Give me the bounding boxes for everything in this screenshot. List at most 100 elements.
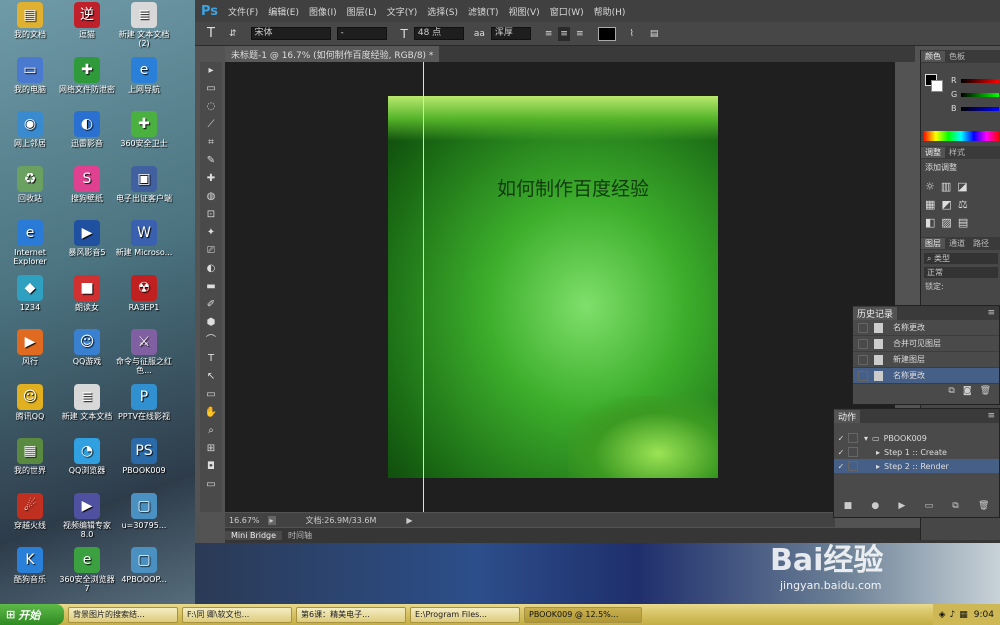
anti-alias-select[interactable]: 浑厚 [490, 27, 531, 40]
expand-down-icon[interactable]: ▾ [864, 434, 868, 443]
dialog-toggle-box[interactable] [848, 433, 858, 443]
desktop-icon[interactable]: ☺ QQ游戏 [57, 329, 117, 366]
network-icon[interactable]: ▦ [959, 610, 968, 620]
desktop-icon[interactable]: ⚔ 命令与征服之红色... [114, 329, 174, 375]
panel-tab[interactable]: 路径 [969, 238, 993, 249]
expand-right-icon[interactable]: ▸ [876, 448, 880, 457]
canvas-title-text[interactable]: 如何制作百度经验 [388, 174, 718, 201]
tool-icon[interactable]: ✚ [200, 170, 222, 188]
curves-icon[interactable]: ◪ [957, 180, 973, 193]
desktop-icon[interactable]: ◉ 网上邻居 [0, 111, 60, 148]
menu-item[interactable]: 编辑(E) [268, 5, 299, 18]
desktop-icon[interactable]: e Internet Explorer [0, 220, 60, 266]
new-action-icon[interactable]: ⧉ [952, 501, 958, 511]
tool-icon[interactable]: ⊡ [200, 206, 222, 224]
vertical-guide[interactable] [423, 62, 424, 512]
tool-icon[interactable]: ↖ [200, 368, 222, 386]
tray-icon[interactable]: ◈ [939, 610, 946, 620]
history-item[interactable]: 名称更改 [853, 320, 999, 336]
volume-icon[interactable]: ♪ [950, 610, 956, 620]
check-icon[interactable]: ✓ [834, 462, 848, 471]
taskbar-task[interactable]: 第6课：精美电子... [296, 606, 406, 623]
balance-icon[interactable]: ⚖ [958, 198, 974, 211]
expand-right-icon[interactable]: ▸ [876, 462, 880, 471]
action-item[interactable]: ✓ ▸ Step 2 :: Render [834, 459, 999, 473]
desktop-icon[interactable]: ♻ 回收站 [0, 165, 60, 203]
delete-action-icon[interactable]: 🗑 [978, 501, 989, 511]
font-size-select[interactable]: 48 点 [413, 27, 464, 40]
canvas-area[interactable]: 如何制作百度经验 [225, 62, 895, 512]
start-button[interactable]: ⊞ 开始 [0, 604, 64, 625]
text-color-swatch[interactable] [597, 26, 616, 41]
check-icon[interactable]: ✓ [834, 448, 848, 457]
status-menu-icon[interactable]: ▸ [267, 515, 276, 525]
history-item[interactable]: 新建图层 [853, 352, 999, 368]
tool-icon[interactable]: ◘ [200, 458, 222, 476]
panel-tab[interactable]: 样式 [945, 147, 969, 158]
desktop-icon[interactable]: ☄ 穿越火线 [0, 492, 60, 530]
clock[interactable]: 9:04 [974, 610, 994, 620]
history-item[interactable]: 合并可见图层 [853, 336, 999, 352]
desktop-icon[interactable]: ▣ 电子出证客户端 [114, 165, 174, 203]
menu-item[interactable]: 帮助(H) [594, 5, 626, 18]
action-item[interactable]: ✓ ▸ Step 1 :: Create [834, 445, 999, 459]
panel-menu-icon[interactable]: ≡ [987, 411, 995, 421]
taskbar-task[interactable]: PBOOK009 @ 12.5%... [524, 606, 642, 623]
vibrance-icon[interactable]: ▦ [925, 198, 941, 211]
tool-icon[interactable]: T [200, 350, 222, 368]
menu-item[interactable]: 图层(L) [347, 5, 377, 18]
menu-item[interactable]: 窗口(W) [550, 5, 584, 18]
desktop-icon[interactable]: ▦ 我的世界 [0, 438, 60, 475]
tool-icon[interactable]: ▭ [200, 476, 222, 494]
brightness-icon[interactable]: ☼ [925, 180, 941, 193]
status-arrow-icon[interactable]: ▶ [406, 516, 412, 525]
desktop-icon[interactable]: ▶ 风行 [0, 329, 60, 366]
desktop-icon[interactable]: ▤ 我的文档 [0, 2, 60, 39]
tool-icon[interactable]: ✋ [200, 404, 222, 422]
taskbar-task[interactable]: 背景图片的搜索结... [68, 606, 178, 623]
history-checkbox[interactable] [858, 370, 868, 381]
tool-icon[interactable]: ✐ [200, 296, 222, 314]
panel-tab[interactable]: 图层 [921, 238, 945, 249]
tool-icon[interactable]: ⊞ [200, 440, 222, 458]
tool-icon[interactable]: ◐ [200, 260, 222, 278]
desktop-icon[interactable]: ▶ 暴风影音5 [57, 220, 117, 257]
history-item[interactable]: 名称更改 [853, 368, 999, 384]
document-tab[interactable]: 未标题-1 @ 16.7% (如何制作百度经验, RGB/8) * [225, 46, 440, 62]
desktop-icon[interactable]: P PPTV在线影视 [114, 383, 174, 421]
tool-icon[interactable]: ▸ [200, 62, 222, 80]
desktop-icon[interactable]: e 360安全浏览器7 [57, 547, 117, 593]
panel-tab[interactable]: 通道 [945, 238, 969, 249]
desktop-icon[interactable]: ≣ 新建 文本文档 [57, 383, 117, 421]
menu-item[interactable]: 滤镜(T) [468, 5, 499, 18]
history-checkbox[interactable] [858, 322, 868, 333]
dialog-toggle-box[interactable] [848, 461, 858, 471]
panel-tab[interactable]: 颜色 [921, 51, 945, 62]
dialog-toggle-box[interactable] [848, 447, 858, 457]
desktop-icon[interactable]: ■ 朗读女 [57, 274, 117, 312]
menu-item[interactable]: 选择(S) [427, 5, 458, 18]
hue-icon[interactable]: ◩ [941, 198, 957, 211]
panel-menu-icon[interactable]: ≡ [987, 308, 995, 318]
stop-icon[interactable]: ■ [844, 501, 853, 511]
action-item[interactable]: ✓ ▾ ▭ PBOOK009 [834, 431, 999, 445]
snapshot-icon[interactable]: ◙ [963, 386, 972, 396]
color-channel-slider[interactable] [961, 79, 999, 83]
menu-item[interactable]: 文件(F) [228, 5, 258, 18]
new-document-from-state-icon[interactable]: ⧉ [948, 386, 954, 396]
tool-icon[interactable]: ◍ [200, 188, 222, 206]
desktop-icon[interactable]: PS PBOOK009 [114, 438, 174, 475]
desktop-icon[interactable]: ☺ 腾讯QQ [0, 383, 60, 421]
tool-icon[interactable]: ⬢ [200, 314, 222, 332]
text-orientation-icon[interactable]: ⇵ [229, 27, 237, 41]
tool-icon[interactable]: ⌕ [200, 422, 222, 440]
history-panel-title[interactable]: 历史记录 [853, 306, 898, 320]
layers-kind-filter[interactable]: ⌕ 类型 [924, 253, 998, 264]
desktop-icon[interactable]: ◐ 迅雷影音 [57, 111, 117, 148]
text-tool-icon[interactable]: T [207, 26, 215, 41]
background-color-swatch[interactable] [931, 80, 943, 92]
desktop-icon[interactable]: ☢ RA3EP1 [114, 274, 174, 312]
desktop-icon[interactable]: ◔ QQ浏览器 [57, 438, 117, 475]
play-icon[interactable]: ▶ [898, 501, 905, 511]
panel-tab[interactable]: 色板 [945, 51, 969, 62]
